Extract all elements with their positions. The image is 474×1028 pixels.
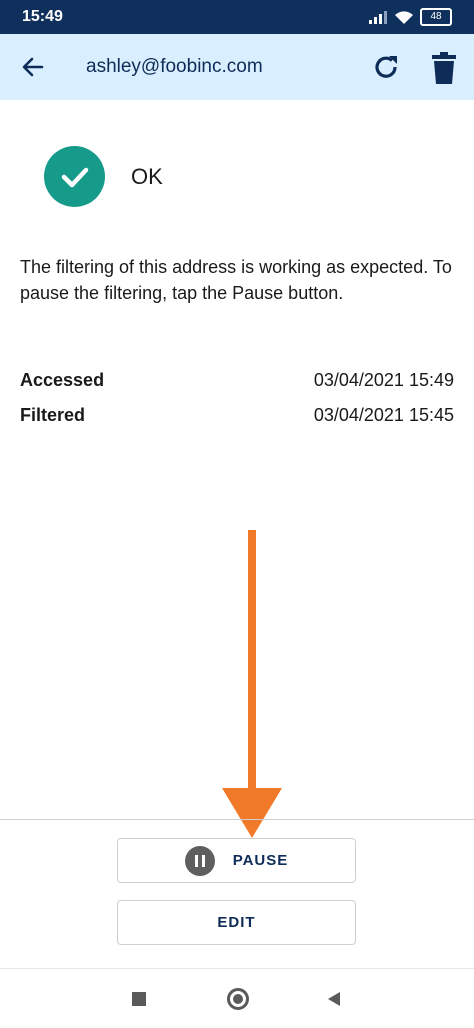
- battery-icon: 48: [420, 8, 452, 26]
- info-value: 03/04/2021 15:45: [313, 405, 454, 425]
- back-icon[interactable]: [326, 991, 342, 1007]
- divider: [0, 819, 474, 820]
- check-circle-icon: [44, 146, 105, 207]
- status-bar: 15:49 48: [0, 0, 474, 34]
- annotation-arrow-icon: [222, 530, 282, 838]
- info-row-filtered: Filtered 03/04/2021 15:45: [20, 405, 454, 426]
- status-icons: 48: [368, 8, 452, 26]
- app-bar: ashley@foobinc.com: [0, 34, 474, 100]
- home-icon[interactable]: [227, 988, 249, 1010]
- status-time: 15:49: [22, 8, 63, 25]
- system-nav-bar: [0, 968, 474, 1028]
- recents-icon[interactable]: [132, 992, 146, 1006]
- trash-icon[interactable]: [430, 51, 458, 85]
- refresh-icon[interactable]: [370, 51, 402, 83]
- info-row-accessed: Accessed 03/04/2021 15:49: [20, 370, 454, 391]
- info-value: 03/04/2021 15:49: [313, 370, 454, 390]
- pause-button[interactable]: PAUSE: [117, 838, 356, 883]
- wifi-icon: [395, 10, 413, 24]
- arrow-left-icon[interactable]: [18, 52, 48, 82]
- edit-button-label: EDIT: [217, 914, 256, 931]
- description-text: The filtering of this address is working…: [20, 257, 452, 303]
- edit-button[interactable]: EDIT: [117, 900, 356, 945]
- status-row: OK: [44, 146, 163, 207]
- info-label: Accessed: [20, 370, 105, 390]
- signal-icon: [369, 11, 387, 24]
- pause-icon: [184, 845, 215, 876]
- page-title: ashley@foobinc.com: [86, 56, 263, 77]
- pause-button-label: PAUSE: [232, 852, 289, 869]
- info-label: Filtered: [20, 405, 86, 425]
- status-label: OK: [131, 163, 163, 189]
